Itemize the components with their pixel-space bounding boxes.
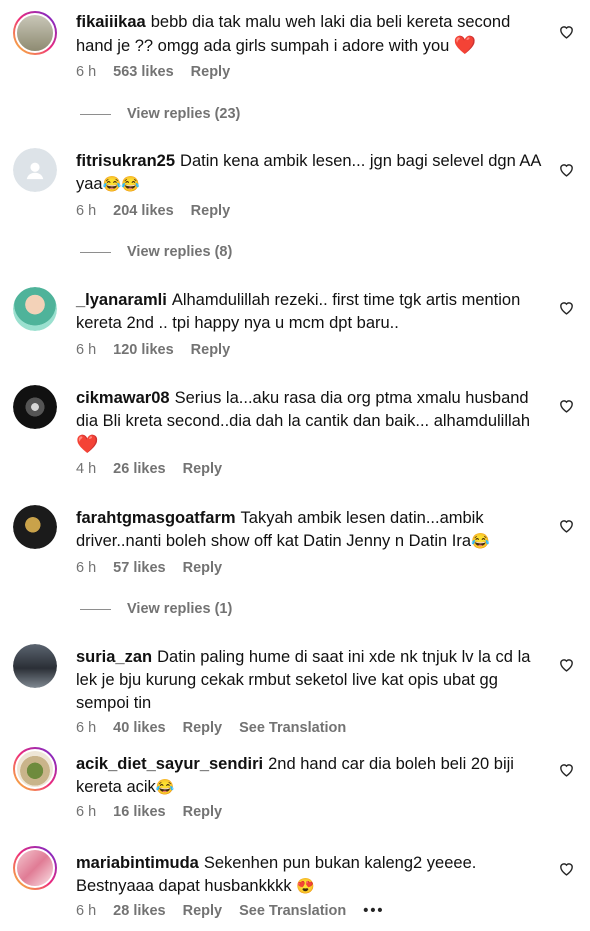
likes-count[interactable]: 28 likes [113, 903, 165, 919]
avatar[interactable] [13, 747, 57, 791]
heart-outline-icon[interactable] [558, 397, 575, 414]
likes-count[interactable]: 563 likes [113, 64, 173, 80]
heart-emoji: ❤️ [76, 434, 99, 454]
default-avatar-icon [26, 162, 44, 180]
reply-button[interactable]: Reply [183, 720, 223, 736]
comment-time: 6 h [76, 903, 97, 919]
heart-outline-icon[interactable] [558, 299, 575, 316]
likes-count[interactable]: 57 likes [113, 560, 165, 576]
comment-meta: 6 h 16 likes Reply [76, 804, 222, 820]
divider-line [80, 113, 111, 115]
comment-meta: 6 h 40 likes Reply See Translation [76, 720, 346, 736]
comment-meta: 4 h 26 likes Reply [76, 461, 222, 477]
heart-outline-icon[interactable] [558, 656, 575, 673]
reply-button[interactable]: Reply [191, 64, 231, 80]
comment-time: 6 h [76, 64, 97, 80]
comment-time: 6 h [76, 203, 97, 219]
reply-button[interactable]: Reply [191, 203, 231, 219]
comment-meta: 6 h 563 likes Reply [76, 64, 230, 80]
see-translation-button[interactable]: See Translation [239, 903, 346, 919]
comment-time: 6 h [76, 720, 97, 736]
heart-outline-icon[interactable] [558, 860, 575, 877]
heart-outline-icon[interactable] [558, 761, 575, 778]
laugh-emoji: 😂😂 [102, 176, 140, 193]
reply-button[interactable]: Reply [191, 342, 231, 358]
comment-username[interactable]: fikaiiikaa [76, 13, 146, 31]
reply-button[interactable]: Reply [183, 903, 223, 919]
likes-count[interactable]: 16 likes [113, 804, 165, 820]
comment-time: 4 h [76, 461, 97, 477]
reply-button[interactable]: Reply [183, 804, 223, 820]
comment-time: 6 h [76, 560, 97, 576]
comment-meta: 6 h 204 likes Reply [76, 203, 230, 219]
likes-count[interactable]: 120 likes [113, 342, 173, 358]
laugh-emoji: 😂 [155, 779, 175, 796]
heart-emoji: ❤️ [453, 35, 477, 55]
heart-outline-icon[interactable] [558, 517, 575, 534]
reply-button[interactable]: Reply [183, 560, 223, 576]
comment-time: 6 h [76, 804, 97, 820]
avatar[interactable] [13, 846, 57, 890]
avatar[interactable] [13, 11, 57, 55]
view-replies-label: View replies (23) [127, 106, 241, 122]
view-replies-button[interactable]: View replies (1) [80, 601, 232, 617]
view-replies-label: View replies (8) [127, 244, 233, 260]
comment-meta: 6 h 120 likes Reply [76, 342, 230, 358]
avatar[interactable] [13, 644, 57, 688]
comment-username[interactable]: mariabintimuda [76, 854, 199, 872]
avatar[interactable] [13, 148, 57, 192]
comment-username[interactable]: fitrisukran25 [76, 152, 175, 170]
view-replies-label: View replies (1) [127, 601, 233, 617]
comment-meta: 6 h 57 likes Reply [76, 560, 222, 576]
comment-meta: 6 h 28 likes Reply See Translation ••• [76, 903, 385, 919]
avatar[interactable] [13, 505, 57, 549]
likes-count[interactable]: 40 likes [113, 720, 165, 736]
see-translation-button[interactable]: See Translation [239, 720, 346, 736]
view-replies-button[interactable]: View replies (23) [80, 106, 240, 122]
avatar[interactable] [13, 287, 57, 331]
comment-time: 6 h [76, 342, 97, 358]
comment-username[interactable]: farahtgmasgoatfarm [76, 509, 236, 527]
comment-username[interactable]: cikmawar08 [76, 389, 170, 407]
heart-eyes-emoji: 😍 [296, 878, 315, 895]
likes-count[interactable]: 26 likes [113, 461, 165, 477]
comment-username[interactable]: _lyanaramli [76, 291, 167, 309]
reply-button[interactable]: Reply [183, 461, 223, 477]
comment-username[interactable]: acik_diet_sayur_sendiri [76, 755, 263, 773]
divider-line [80, 608, 111, 610]
comment-username[interactable]: suria_zan [76, 648, 152, 666]
divider-line [80, 251, 111, 253]
view-replies-button[interactable]: View replies (8) [80, 244, 232, 260]
likes-count[interactable]: 204 likes [113, 203, 173, 219]
heart-outline-icon[interactable] [558, 161, 575, 178]
heart-outline-icon[interactable] [558, 23, 575, 40]
avatar[interactable] [13, 385, 57, 429]
more-options-button[interactable]: ••• [363, 903, 384, 919]
laugh-emoji: 😂 [471, 533, 490, 550]
